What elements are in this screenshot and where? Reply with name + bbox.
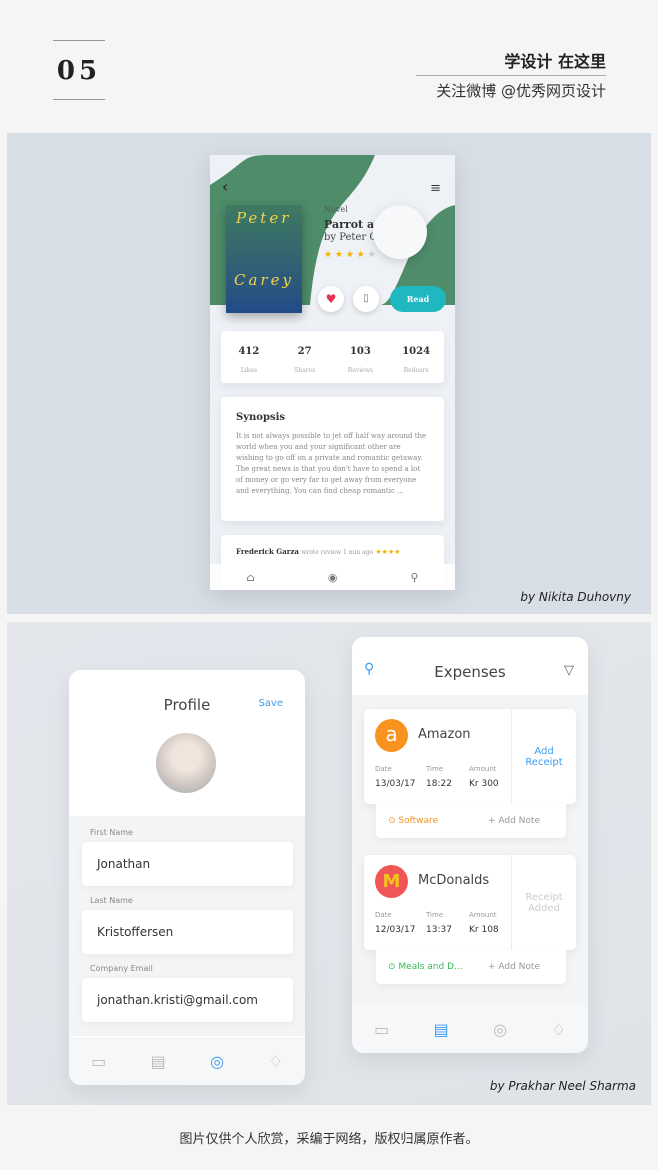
synopsis-text: It is not always possible to jet off hal…	[236, 432, 427, 495]
add-note-button[interactable]: + Add Note	[488, 950, 540, 984]
expenses-title: Expenses	[434, 663, 506, 681]
compass-icon[interactable]: ◉	[328, 571, 338, 584]
bottom-nav: ▭ ▤ ◎ ♢	[352, 1005, 588, 1053]
rating-stars: ★ ★ ★ ★ ★	[324, 250, 376, 260]
heart-icon[interactable]: ♥	[318, 286, 344, 312]
bell-icon[interactable]: ♢	[551, 1020, 565, 1039]
header-subtitle: 关注微博 @优秀网页设计	[436, 82, 606, 100]
avatar[interactable]	[156, 733, 216, 793]
user-icon[interactable]: ⚲	[410, 571, 418, 584]
back-icon[interactable]: ‹	[222, 177, 228, 196]
credit: by Prakhar Neel Sharma	[489, 1079, 636, 1093]
label-email: Company Email	[90, 964, 153, 973]
menu-icon[interactable]: ≡	[430, 181, 441, 196]
label-last-name: Last Name	[90, 896, 133, 905]
expense-card-mcdonalds[interactable]: M McDonalds Date Time Amount 12/03/17 13:37…	[364, 855, 576, 950]
amazon-logo: a	[375, 719, 408, 752]
book-detail-screen: ‹ ≡ Peter Carey Novel Parrot a by Peter …	[210, 155, 455, 590]
receipt-icon[interactable]: ▤	[434, 1020, 449, 1039]
review-author: Frederick Garza	[236, 547, 299, 556]
expense-meta: ⊙ Meals and D... + Add Note	[376, 950, 566, 984]
bell-icon[interactable]: ♢	[268, 1052, 282, 1071]
bottom-nav: ⌂ ◉ ⚲	[210, 564, 455, 590]
first-name-field[interactable]: Jonathan	[82, 842, 293, 886]
credit: by Nikita Duhovny	[520, 590, 631, 604]
email-field[interactable]: jonathan.kristi@gmail.com	[82, 978, 293, 1022]
card-icon[interactable]: ▭	[374, 1020, 389, 1039]
header-title: 学设计 在这里	[416, 48, 606, 76]
expense-card-amazon[interactable]: a Amazon Date Time Amount 13/03/17 18:22 Kr …	[364, 709, 576, 804]
filter-icon[interactable]: ▽	[564, 663, 574, 678]
stat-shares: 27 Shares	[294, 346, 316, 374]
profile-screen: Profile Save First Name Jonathan Last Na…	[69, 670, 305, 1085]
bottom-nav: ▭ ▤ ◎ ♢	[69, 1037, 305, 1085]
profile-icon[interactable]: ◎	[493, 1020, 507, 1039]
category-software[interactable]: ⊙ Software	[388, 816, 438, 826]
read-button[interactable]: Read	[390, 286, 446, 312]
floating-circle	[373, 205, 427, 259]
book-author: by Peter C	[324, 232, 377, 243]
add-note-button[interactable]: + Add Note	[488, 804, 540, 838]
synopsis-title: Synopsis	[236, 412, 286, 423]
profile-icon[interactable]: ◎	[210, 1052, 224, 1071]
bookmark-icon[interactable]: ▯	[353, 286, 379, 312]
review-stars: ★★★★	[375, 548, 401, 556]
add-receipt-button[interactable]: Add Receipt	[511, 709, 576, 804]
footer-note: 图片仅供个人欣赏，采编于网络，版权归属原作者。	[179, 1132, 479, 1147]
stat-likes: 412 Likes	[238, 346, 260, 374]
home-icon[interactable]: ⌂	[246, 571, 254, 584]
category-meals[interactable]: ⊙ Meals and D...	[388, 962, 463, 972]
last-name-field[interactable]: Kristoffersen	[82, 910, 293, 954]
stat-readers: 1024 Redears	[402, 346, 431, 374]
save-button[interactable]: Save	[258, 698, 283, 709]
receipt-added-status: Receipt Added	[511, 855, 576, 950]
book-title: Parrot a	[324, 218, 375, 231]
mcdonalds-logo: M	[375, 865, 408, 898]
book-cover: Peter Carey	[226, 205, 302, 313]
synopsis-card: Synopsis It is not always possible to je…	[221, 397, 444, 521]
card-icon[interactable]: ▭	[91, 1052, 106, 1071]
stat-reviews: 103 Reviews	[347, 346, 373, 374]
stats-card: 412 Likes 27 Shares 103 Reviews 1024 Redears	[221, 331, 444, 383]
receipt-icon[interactable]: ▤	[151, 1052, 166, 1071]
issue-number: 05	[53, 40, 105, 100]
expenses-screen: ⚲ Expenses ▽ a Amazon Date Time Amount 13/…	[352, 637, 588, 1053]
label-first-name: First Name	[90, 828, 133, 837]
expense-meta: ⊙ Software + Add Note	[376, 804, 566, 838]
genre: Novel	[324, 205, 348, 214]
review-meta: wrote review 1 min ago	[301, 549, 374, 556]
